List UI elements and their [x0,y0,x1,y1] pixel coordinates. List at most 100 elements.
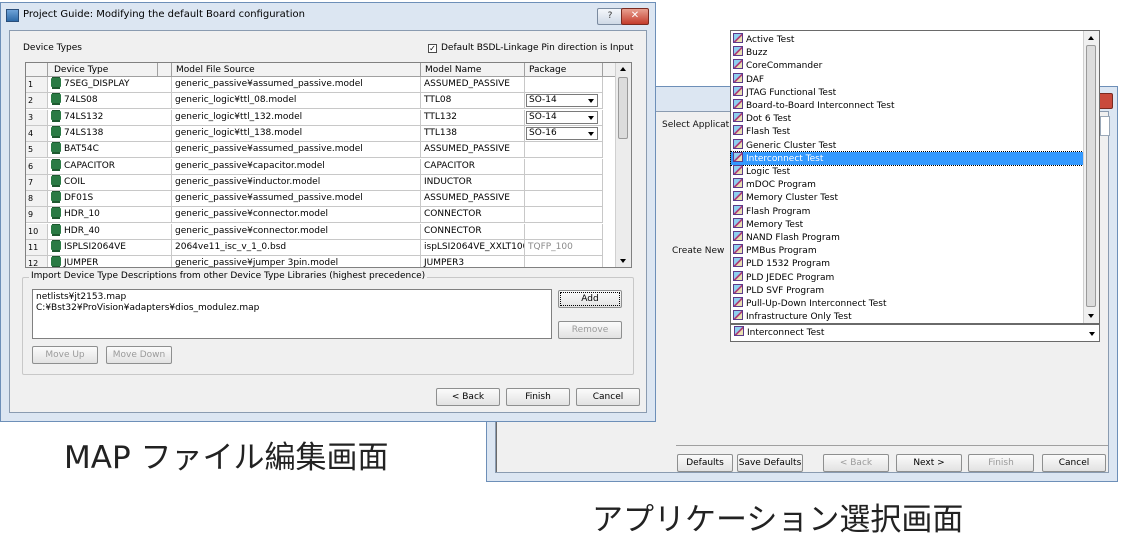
help-icon[interactable]: ? [597,8,623,25]
model-file-source-cell[interactable]: generic_passive¥inductor.model [172,174,421,191]
package-cell[interactable] [525,256,603,267]
dropdown-item[interactable]: Memory Test [731,217,1085,231]
dropdown-item[interactable]: PLD 1532 Program [731,257,1085,270]
model-name-cell[interactable]: ispLSI2064VE_XXLT100 [421,240,525,256]
close-icon[interactable]: ✕ [621,8,649,25]
application-dropdown-list[interactable]: Active Test Buzz CoreCommander DAF JTAG Func… [730,30,1100,324]
dropdown-scrollbar[interactable] [1083,31,1099,323]
package-cell[interactable] [525,158,603,175]
column-header-device-type[interactable]: Device Type [48,63,158,77]
package-cell[interactable] [525,142,603,159]
column-header-model-name[interactable]: Model Name [421,63,525,77]
package-select[interactable]: SO-14 [526,110,598,124]
package-select[interactable]: SO-14 [526,94,598,108]
dropdown-item[interactable]: PLD SVF Program [731,283,1085,297]
dropdown-item[interactable]: PMBus Program [731,244,1085,257]
scroll-up-icon[interactable] [1088,36,1094,40]
table-row[interactable]: 3 74LS132 generic_logic¥ttl_132.model TTL13… [26,109,616,126]
model-name-cell[interactable]: CONNECTOR [421,207,525,224]
package-cell[interactable]: SO-14 [525,109,603,126]
dropdown-item[interactable]: JTAG Functional Test [731,85,1085,99]
package-cell[interactable]: SO-16 [525,125,603,142]
model-name-cell[interactable]: JUMPER3 [421,256,525,267]
chevron-down-icon[interactable] [1089,332,1095,336]
scroll-thumb[interactable] [618,77,628,139]
dropdown-item[interactable]: Flash Program [731,204,1085,218]
defaults-button[interactable]: Defaults [677,454,733,472]
device-type-cell[interactable]: 74LS08 [48,93,172,110]
model-file-source-cell[interactable]: generic_passive¥connector.model [172,223,421,240]
cancel-button[interactable]: Cancel [576,388,640,406]
package-cell[interactable] [525,77,603,93]
package-cell[interactable] [525,223,603,240]
model-name-cell[interactable]: ASSUMED_PASSIVE [421,191,525,208]
chevron-down-icon[interactable] [588,131,594,136]
chevron-down-icon[interactable] [588,99,594,104]
title-bar[interactable]: Project Guide: Modifying the default Boa… [1,3,655,29]
model-file-source-cell[interactable]: generic_logic¥ttl_08.model [172,93,421,110]
bsdl-checkbox[interactable]: ✓ [428,44,437,53]
table-row[interactable]: 9 HDR_10 generic_passive¥connector.model CO… [26,207,616,224]
table-row[interactable]: 10 HDR_40 generic_passive¥connector.model C… [26,223,616,240]
model-name-cell[interactable]: ASSUMED_PASSIVE [421,142,525,159]
dropdown-item[interactable]: CoreCommander [731,59,1085,72]
model-file-source-cell[interactable]: generic_logic¥ttl_138.model [172,125,421,142]
dropdown-item[interactable]: Pull-Up-Down Interconnect Test [731,297,1085,310]
scroll-up-icon[interactable] [620,67,626,71]
dropdown-item[interactable]: Flash Test [731,125,1085,138]
device-type-cell[interactable]: 74LS132 [48,109,172,126]
device-type-cell[interactable]: DF01S [48,191,172,208]
package-cell[interactable] [525,191,603,208]
dropdown-item[interactable]: Dot 6 Test [731,112,1085,125]
dropdown-item[interactable]: mDOC Program [731,178,1085,191]
device-type-cell[interactable]: HDR_40 [48,223,172,240]
table-row[interactable]: 12 JUMPER generic_passive¥jumper 3pin.mode… [26,256,616,267]
list-item[interactable]: netlists¥jt2153.map [36,292,548,303]
move-up-button[interactable]: Move Up [32,346,98,364]
cancel-button[interactable]: Cancel [1042,454,1106,472]
device-type-cell[interactable]: HDR_10 [48,207,172,224]
device-type-cell[interactable]: ISPLSI2064VE [48,240,172,256]
device-types-grid[interactable]: Device Type Model File Source Model Name… [25,62,632,268]
table-row[interactable]: 8 DF01S generic_passive¥assumed_passive.mo… [26,191,616,208]
add-button[interactable]: Add [558,290,622,308]
dropdown-item[interactable]: Board-to-Board Interconnect Test [731,99,1085,112]
dropdown-item[interactable]: Interconnect Test [730,150,1086,166]
column-header-package[interactable]: Package [525,63,603,77]
model-file-source-cell[interactable]: generic_passive¥capacitor.model [172,158,421,175]
scroll-down-icon[interactable] [620,259,626,263]
dropdown-item[interactable]: PLD JEDEC Program [731,270,1085,284]
device-type-cell[interactable]: JUMPER [48,256,172,267]
table-row[interactable]: 5 BAT54C generic_passive¥assumed_passive.m… [26,142,616,159]
dropdown-item[interactable]: Logic Test [731,165,1085,178]
model-name-cell[interactable]: INDUCTOR [421,174,525,191]
dropdown-item[interactable]: DAF [731,72,1085,86]
back-button[interactable]: < Back [823,454,889,472]
model-file-source-cell[interactable]: generic_passive¥connector.model [172,207,421,224]
remove-button[interactable]: Remove [558,321,622,339]
chevron-down-icon[interactable] [588,115,594,120]
model-name-cell[interactable]: TTL08 [421,93,525,110]
list-item[interactable]: C:¥Bst32¥ProVision¥adapters¥dios_modulez… [36,303,548,314]
model-file-source-cell[interactable]: 2064ve11_isc_v_1_0.bsd [172,240,421,256]
package-cell[interactable] [525,174,603,191]
table-row[interactable]: 6 CAPACITOR generic_passive¥capacitor.mode… [26,158,616,175]
model-name-cell[interactable]: ASSUMED_PASSIVE [421,77,525,93]
back-button[interactable]: < Back [436,388,500,406]
model-name-cell[interactable]: TTL132 [421,109,525,126]
device-type-cell[interactable]: CAPACITOR [48,158,172,175]
model-name-cell[interactable]: TTL138 [421,125,525,142]
application-combo[interactable]: Interconnect Test [730,324,1100,342]
dropdown-item[interactable]: NAND Flash Program [731,231,1085,244]
package-cell[interactable] [525,207,603,224]
device-type-cell[interactable]: COIL [48,174,172,191]
package-cell[interactable]: SO-14 [525,93,603,110]
dropdown-item[interactable]: Active Test [731,33,1085,46]
device-type-cell[interactable]: 74LS138 [48,125,172,142]
table-row[interactable]: 1 7SEG_DISPLAY generic_passive¥assumed_pas… [26,77,616,93]
dropdown-item[interactable]: Generic Cluster Test [731,138,1085,152]
move-down-button[interactable]: Move Down [106,346,172,364]
dropdown-item[interactable]: Buzz [731,46,1085,59]
device-type-cell[interactable]: BAT54C [48,142,172,159]
finish-button[interactable]: Finish [506,388,570,406]
